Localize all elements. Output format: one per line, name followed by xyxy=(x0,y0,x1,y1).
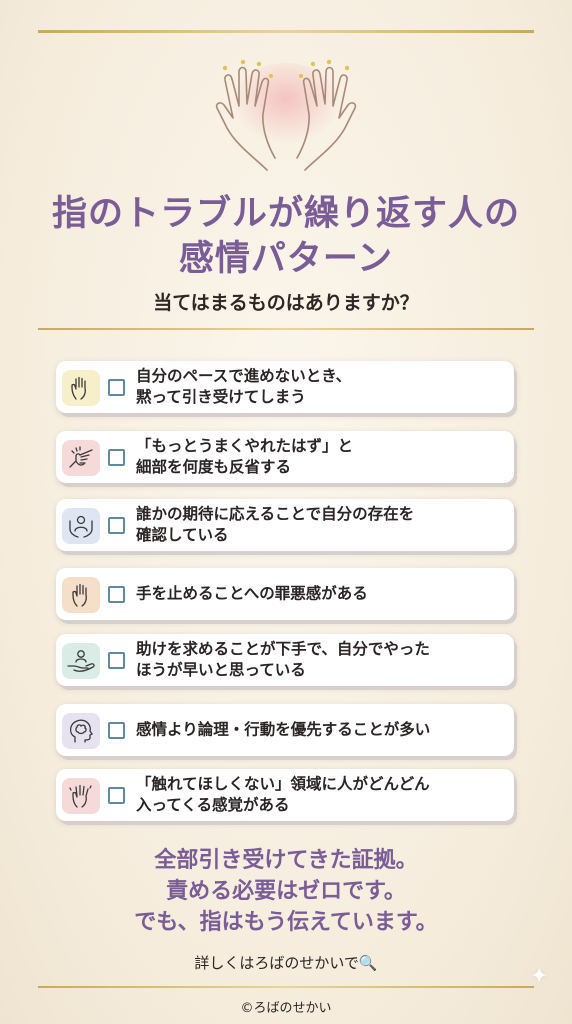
checkbox[interactable] xyxy=(108,652,125,669)
footer-link-text: 詳しくはろばのせかいで🔍 xyxy=(194,954,378,972)
page-title-line1: 指のトラブルが繰り返す人の xyxy=(51,194,520,234)
checklist-item[interactable]: 手を止めることへの罪悪感がある xyxy=(56,568,514,620)
hand-icon xyxy=(72,583,87,607)
brain-head-icon xyxy=(69,719,93,743)
icon-tile xyxy=(62,508,100,544)
raised-hand-icon xyxy=(71,376,86,400)
checklist-item-text: 誰かの期待に応えることで自分の存在を 確認している xyxy=(136,505,415,544)
icon-tile xyxy=(62,713,100,749)
checklist-item-text: 「触れてほしくない」領域に人がどんどん 入ってくる感覚がある xyxy=(136,775,430,814)
checklist-item[interactable]: 感情より論理・行動を優先することが多い xyxy=(56,704,514,756)
person-in-hands-icon xyxy=(69,515,93,538)
glowing-hands-illustration xyxy=(215,59,357,171)
checklist-item-text: 感情より論理・行動を優先することが多い xyxy=(136,720,431,739)
checklist-item[interactable]: 「触れてほしくない」領域に人がどんどん 入ってくる感覚がある xyxy=(56,769,514,821)
checkbox[interactable] xyxy=(108,722,125,739)
mid-gold-rule xyxy=(38,328,534,330)
checkbox[interactable] xyxy=(108,787,125,804)
icon-tile xyxy=(62,643,100,679)
checklist-item-text: 手を止めることへの罪悪感がある xyxy=(136,584,368,603)
checklist-item[interactable]: 誰かの期待に応えることで自分の存在を 確認している xyxy=(56,499,514,551)
icon-tile xyxy=(62,440,100,476)
checklist-item-text: 「もっとうまくやれたはず」と 細部を何度も反省する xyxy=(136,437,354,476)
subtitle: 当てはまるものはありますか？ xyxy=(153,292,419,314)
icon-tile xyxy=(62,577,100,613)
checklist-item[interactable]: 自分のペースで進めないとき、 黙って引き受けてしまう xyxy=(56,361,514,413)
copyright: ©ろばのせかい xyxy=(240,1001,332,1016)
checkbox[interactable] xyxy=(108,379,125,396)
checkbox[interactable] xyxy=(108,517,125,534)
checklist-item-text: 助けを求めることが下手で、自分でやった ほうが早いと思っている xyxy=(136,640,430,679)
checklist-item-text: 自分のペースで進めないとき、 黙って引き受けてしまう xyxy=(136,367,352,406)
top-gold-rule xyxy=(38,30,534,33)
pointing-hand-icon xyxy=(69,446,93,468)
waving-hand-icon xyxy=(69,784,92,808)
checkbox[interactable] xyxy=(108,586,125,603)
helping-hand-icon xyxy=(67,650,95,672)
closing-line2: 責める必要はゼロです。 xyxy=(166,879,406,904)
sparkle-icon: ✦ xyxy=(530,964,549,989)
closing-line1: 全部引き受けてきた証拠。 xyxy=(154,848,418,873)
bottom-gold-rule xyxy=(38,986,534,988)
checkbox[interactable] xyxy=(108,449,125,466)
checklist-item[interactable]: 助けを求めることが下手で、自分でやった ほうが早いと思っている xyxy=(56,634,514,686)
icon-tile xyxy=(62,370,100,406)
closing-line3: でも、指はもう伝えています。 xyxy=(134,910,438,935)
page-title-line2: 感情パターン xyxy=(178,239,394,279)
checklist-item[interactable]: 「もっとうまくやれたはず」と 細部を何度も反省する xyxy=(56,431,514,483)
icon-tile xyxy=(62,778,100,814)
